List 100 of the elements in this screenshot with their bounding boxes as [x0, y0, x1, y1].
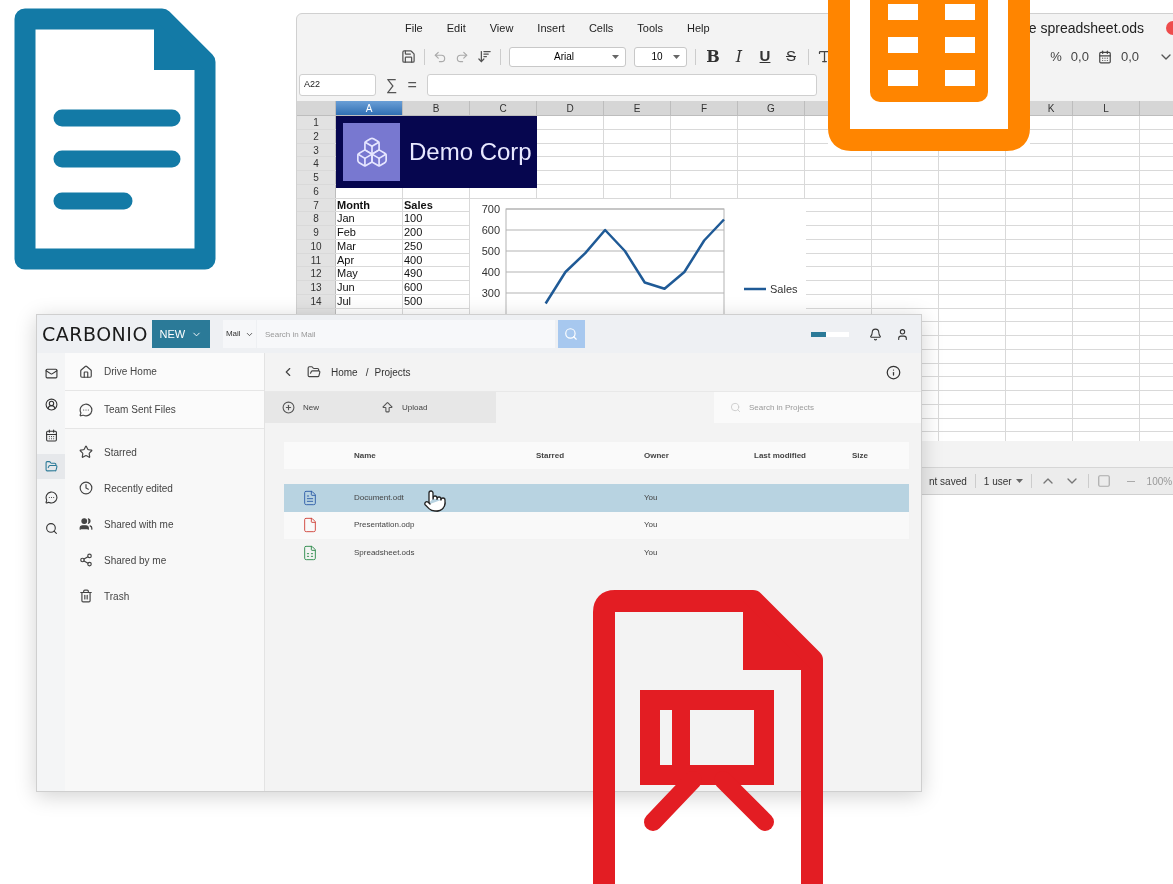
y-tick-label: 600: [481, 224, 500, 236]
scope-dropdown[interactable]: Mail: [222, 320, 256, 348]
bell-icon[interactable]: [869, 327, 882, 341]
app-switcher-button[interactable]: [37, 454, 65, 479]
sidebar-item[interactable]: Shared by me: [65, 542, 264, 578]
plus-circle-icon: [282, 401, 295, 414]
column-header[interactable]: A: [336, 101, 403, 115]
column-header[interactable]: F: [671, 101, 738, 115]
file-row[interactable]: Document.odt You: [284, 484, 909, 512]
menu-item[interactable]: Cells: [588, 19, 614, 37]
sidebar-item[interactable]: Starred: [65, 434, 264, 470]
menu-item[interactable]: Insert: [537, 19, 565, 37]
hand-cursor-icon: [423, 489, 447, 513]
chat-bubble-icon: [44, 491, 58, 504]
row-number[interactable]: 1: [297, 116, 336, 129]
app-logo: CARBONIO: [42, 321, 148, 347]
document-icon: [302, 489, 318, 506]
menu-item[interactable]: View: [489, 19, 514, 37]
arrow-up-icon: [381, 401, 394, 414]
cell-text: 250: [404, 239, 423, 252]
equals-button[interactable]: =: [407, 72, 417, 97]
column-heading[interactable]: Size: [852, 449, 909, 462]
row-number[interactable]: 4: [297, 157, 336, 170]
save-icon[interactable]: [401, 49, 416, 64]
column-header[interactable]: K: [1030, 101, 1073, 115]
column-heading[interactable]: Starred: [536, 449, 644, 462]
row-number[interactable]: 8: [297, 212, 336, 225]
sidebar-item[interactable]: Recently edited: [65, 470, 264, 506]
legend-label: Sales: [770, 283, 798, 295]
cell-text: 400: [404, 253, 423, 266]
cubes-icon: [354, 135, 389, 169]
number-format-button[interactable]: 0,0: [1070, 46, 1089, 67]
breadcrumb-separator: /: [365, 365, 369, 380]
info-icon[interactable]: [886, 364, 901, 380]
user-icon[interactable]: [896, 327, 909, 341]
cell-text: Jan: [337, 212, 355, 225]
breadcrumb-link[interactable]: Home: [331, 364, 358, 380]
number-format-button[interactable]: 0,0: [1120, 46, 1139, 67]
column-header[interactable]: B: [403, 101, 470, 115]
cell-text: 200: [404, 226, 423, 238]
share-icon: [79, 553, 93, 567]
column-heading[interactable]: Name: [354, 449, 536, 462]
legend-swatch: [744, 287, 766, 291]
caret-icon: [673, 54, 680, 59]
cell-text: Mar: [337, 239, 356, 252]
y-tick-label: 400: [481, 266, 500, 278]
number-format-button[interactable]: %: [1050, 46, 1062, 67]
name-box[interactable]: A22: [299, 73, 376, 96]
column-heading[interactable]: Last modified: [754, 449, 852, 462]
format-button[interactable]: I: [730, 44, 748, 69]
cell-text: Sales: [404, 198, 433, 211]
format-button[interactable]: U: [756, 45, 774, 68]
spreadsheet-icon: [302, 544, 318, 561]
file-icon: [302, 517, 318, 534]
cell-text: May: [337, 267, 358, 280]
format-button[interactable]: B: [704, 44, 722, 69]
row-number[interactable]: 13: [297, 281, 336, 294]
column-header[interactable]: C: [470, 101, 537, 115]
file-owner: You: [644, 546, 659, 559]
folder-icon: [307, 365, 321, 379]
font-name-field[interactable]: Arial: [509, 46, 626, 67]
column-header[interactable]: G: [738, 101, 805, 115]
folder-icon: [44, 460, 58, 473]
cell-text: Feb: [337, 226, 356, 238]
toolbar-button[interactable]: New: [282, 401, 319, 414]
file-row[interactable]: Presentation.odp You: [284, 511, 909, 539]
row-number[interactable]: 5: [297, 171, 336, 184]
menu-item[interactable]: Edit: [446, 19, 466, 37]
formula-input[interactable]: [426, 73, 817, 96]
clock-icon: [79, 481, 93, 495]
status-text: nt saved: [929, 474, 967, 489]
search-icon: [730, 402, 741, 413]
sort-icon[interactable]: [477, 49, 492, 64]
column-header[interactable]: D: [537, 101, 604, 115]
column-heading[interactable]: Owner: [644, 449, 754, 462]
cell-text: 500: [404, 294, 423, 307]
new-button[interactable]: NEW: [151, 320, 210, 348]
toolbar-button[interactable]: Upload: [381, 401, 428, 414]
column-header[interactable]: L: [1073, 101, 1140, 115]
menu-item[interactable]: Help: [687, 19, 710, 37]
file-name: Presentation.odp: [354, 519, 415, 532]
sidebar-item[interactable]: Shared with me: [65, 506, 264, 542]
file-name: Spreadsheet.ods: [354, 546, 415, 559]
presentation-icon: [593, 590, 823, 884]
row-number[interactable]: 9: [297, 226, 336, 239]
users-icon: [79, 517, 93, 531]
users-dropdown[interactable]: 1 user: [983, 473, 1023, 489]
font-size-field[interactable]: 10: [634, 46, 687, 67]
mail-search-field[interactable]: Search in Mail: [256, 320, 555, 348]
column-header[interactable]: E: [604, 101, 671, 115]
calendar-icon[interactable]: [1097, 49, 1112, 64]
menu-item[interactable]: File: [405, 19, 423, 37]
menu-item[interactable]: Tools: [637, 19, 663, 37]
format-button[interactable]: S: [782, 45, 800, 68]
cell-text: 490: [404, 267, 423, 280]
sidebar-item[interactable]: Trash: [65, 578, 264, 614]
y-tick-label: 300: [481, 287, 500, 299]
row-number[interactable]: 12: [297, 267, 336, 280]
file-owner: You: [644, 491, 659, 504]
sum-button[interactable]: ∑: [386, 72, 398, 97]
